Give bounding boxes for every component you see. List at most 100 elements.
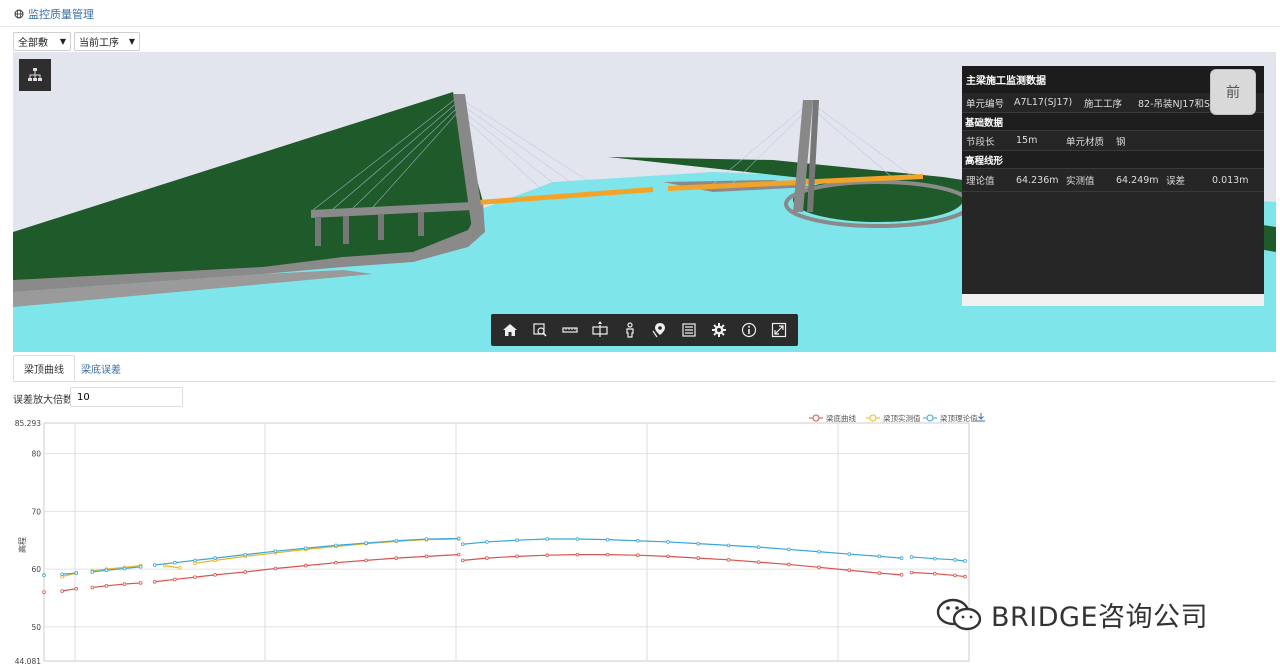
data-point	[104, 568, 109, 573]
list-icon	[682, 323, 696, 337]
fullscreen-button[interactable]	[767, 318, 791, 342]
tab-bar: 梁顶曲线 梁底误差	[13, 355, 1276, 382]
data-point	[394, 538, 399, 543]
legend-label[interactable]: 梁底曲线	[826, 413, 856, 423]
data-point	[847, 552, 852, 556]
data-point	[909, 570, 914, 575]
legend-label[interactable]: 梁顶理论值	[940, 413, 978, 423]
data-point	[152, 563, 157, 567]
person-icon	[625, 322, 634, 338]
series-line	[194, 538, 459, 564]
download-button[interactable]	[977, 413, 985, 422]
panel-section-basic: 基础数据	[962, 113, 1264, 131]
data-point	[273, 549, 278, 553]
data-point	[273, 566, 278, 571]
process-select-value: 当前工序	[79, 38, 119, 49]
legend-marker	[869, 414, 877, 422]
chart-legend: 梁底曲线 梁顶实测值 梁顶理论值	[809, 413, 978, 423]
data-point	[605, 552, 610, 557]
section-button[interactable]	[588, 318, 612, 342]
data-point	[545, 537, 550, 541]
cell: A7L17(SJ17)	[1014, 97, 1073, 108]
data-point	[193, 558, 197, 563]
gear-icon	[712, 323, 727, 337]
series-line	[154, 554, 459, 583]
data-point	[60, 572, 64, 577]
data-point	[515, 538, 519, 542]
watermark-text: BRIDGE咨询公司	[991, 602, 1209, 633]
tab-bottom-error[interactable]: 梁底误差	[71, 355, 131, 381]
series-line	[92, 565, 141, 572]
bim-3d-viewer[interactable]: 主梁施工监测数据 单元编号 A7L17(SJ17) 施工工序 82-吊装NJ17…	[13, 52, 1276, 352]
settings-button[interactable]	[707, 318, 731, 342]
cell: 实测值	[1066, 176, 1095, 187]
properties-button[interactable]	[677, 318, 701, 342]
data-point	[138, 581, 143, 585]
data-point	[963, 559, 967, 563]
data-point	[899, 556, 904, 560]
cell: 误差	[1166, 176, 1186, 187]
data-point	[460, 542, 465, 547]
data-point	[193, 575, 197, 579]
data-point	[877, 571, 882, 575]
tab-top-curve[interactable]: 梁顶曲线	[13, 355, 75, 381]
measure-button[interactable]	[558, 318, 582, 342]
chart-series	[42, 536, 967, 594]
data-point	[933, 571, 937, 576]
cell: 节段长	[966, 136, 995, 148]
plot-area-frame	[43, 422, 970, 662]
amplification-label: 误差放大倍数	[13, 395, 73, 406]
model-tree-button[interactable]	[19, 59, 51, 91]
cell: 单元材质	[1066, 136, 1105, 148]
home-button[interactable]	[498, 318, 522, 342]
page-title-text: 监控质量管理	[28, 8, 94, 21]
data-point	[460, 558, 465, 563]
series-line	[462, 554, 902, 576]
data-point	[817, 565, 821, 570]
data-point	[456, 536, 461, 541]
location-pin-icon	[652, 323, 666, 338]
data-point	[877, 554, 882, 559]
data-point	[364, 541, 368, 545]
view-cube[interactable]: 前	[1210, 69, 1256, 115]
data-point	[178, 566, 182, 570]
data-point	[303, 546, 308, 551]
info-icon	[741, 322, 757, 338]
data-point	[485, 556, 489, 560]
panel-horizontal-scrollbar[interactable]	[962, 294, 1264, 306]
cell: 钢	[1116, 136, 1126, 148]
info-button[interactable]	[737, 318, 761, 342]
amplification-input[interactable]	[70, 387, 183, 407]
data-point	[303, 563, 308, 568]
data-point	[213, 556, 217, 560]
data-point	[953, 558, 957, 562]
location-button[interactable]	[647, 318, 671, 342]
data-point	[213, 573, 217, 577]
cell: 施工工序	[1084, 98, 1123, 110]
data-point	[424, 554, 429, 559]
first-person-button[interactable]	[618, 318, 642, 342]
data-point	[787, 547, 791, 552]
series-line	[462, 538, 902, 559]
panel-elevation-row: 理论值 64.236m 实测值 64.249m 误差 0.013m	[962, 169, 1264, 192]
bridge-select[interactable]: 全部敷 ▼	[13, 32, 71, 51]
measure-icon	[562, 327, 578, 333]
process-select[interactable]: 当前工序 ▼	[74, 32, 140, 51]
data-point	[605, 537, 610, 542]
data-point	[42, 590, 46, 594]
data-point	[953, 573, 957, 578]
cell: 15m	[1016, 135, 1038, 146]
data-point	[42, 573, 46, 578]
data-point	[515, 554, 519, 559]
panel-section-elevation: 高程线形	[962, 151, 1264, 169]
data-point	[666, 554, 670, 559]
cell: 64.236m	[1016, 174, 1059, 186]
legend-label[interactable]: 梁顶实测值	[883, 413, 921, 423]
data-point	[173, 560, 177, 565]
data-point	[963, 574, 967, 579]
data-point	[152, 579, 157, 584]
zoom-box-button[interactable]	[528, 318, 552, 342]
data-point	[193, 561, 197, 566]
data-point	[90, 570, 95, 574]
data-point	[756, 545, 761, 549]
